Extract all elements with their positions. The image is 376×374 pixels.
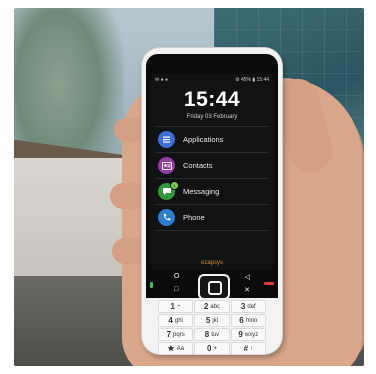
phone: ✉ ● ● ⚙ 45% ▮ 15:44 15:44 Friday 03 Febr… xyxy=(142,48,282,355)
menu-label: Messaging xyxy=(183,187,220,196)
key-letters: wxyz xyxy=(244,331,259,338)
key-letters: def xyxy=(247,303,256,310)
key-letters: + xyxy=(213,345,217,352)
key-number: 4 xyxy=(168,316,173,325)
key-0[interactable]: 0 + xyxy=(194,342,230,355)
key-letters: mno xyxy=(245,317,258,324)
brand-logo: ezapsys xyxy=(200,260,223,266)
key-number: 1 xyxy=(170,302,175,311)
key-letters: ghi xyxy=(174,317,183,324)
menu-label: Applications xyxy=(183,135,224,144)
key-number: ★ xyxy=(167,344,175,353)
key-letters: ⌣ xyxy=(176,303,181,309)
key-number: 9 xyxy=(238,330,243,339)
clock: 15:44 xyxy=(183,88,241,111)
key-number: 2 xyxy=(203,302,209,311)
status-bar: ✉ ● ● ⚙ 45% ▮ 15:44 xyxy=(155,77,269,85)
key-number: 7 xyxy=(166,330,172,339)
key-6[interactable]: 6 mno xyxy=(230,314,266,327)
phone-screen: ✉ ● ● ⚙ 45% ▮ 15:44 15:44 Friday 03 Febr… xyxy=(151,74,273,270)
menu-item-contacts[interactable]: Contacts xyxy=(155,152,269,178)
key-number: 3 xyxy=(240,302,246,311)
phone-icon xyxy=(158,209,175,226)
key-number: 0 xyxy=(207,344,212,353)
key-letters: tuv xyxy=(211,331,220,338)
home-menu: Applications Contacts 1 Messaging Phone xyxy=(155,126,269,231)
key-hash[interactable]: # ↑ xyxy=(230,342,266,355)
status-right: ⚙ 45% ▮ 15:44 xyxy=(235,77,269,83)
key-letters: jkl xyxy=(212,317,219,324)
key-4[interactable]: 4 ghi xyxy=(158,314,194,327)
key-number: 6 xyxy=(239,316,244,325)
keypad: 1 ⌣ 2 abc 3 def 4 ghi 5 jkl 6 mno 7 pqrs 8 tuv 9… xyxy=(158,300,266,355)
menu-label: Phone xyxy=(183,213,205,222)
end-key[interactable]: ✕ xyxy=(244,286,250,294)
applications-icon xyxy=(158,131,175,148)
status-left: ✉ ● ● xyxy=(155,77,169,83)
key-7[interactable]: 7 pqrs xyxy=(158,328,194,341)
menu-key[interactable]: □ xyxy=(174,286,178,293)
key-number: # xyxy=(243,344,249,353)
back-key[interactable]: ◁ xyxy=(245,273,250,281)
contacts-icon xyxy=(158,157,175,174)
key-letters: Aa xyxy=(176,345,184,352)
key-letters: abc xyxy=(210,303,221,310)
key-letters: pqrs xyxy=(173,331,185,338)
photo-background: ✉ ● ● ⚙ 45% ▮ 15:44 15:44 Friday 03 Febr… xyxy=(14,8,364,366)
key-1[interactable]: 1 ⌣ xyxy=(158,300,194,313)
menu-label: Contacts xyxy=(183,161,213,170)
menu-item-phone[interactable]: Phone xyxy=(155,204,269,231)
key-2[interactable]: 2 abc xyxy=(194,300,230,313)
key-9[interactable]: 9 wxyz xyxy=(230,328,266,341)
key-star[interactable]: ★ Aa xyxy=(158,342,194,355)
home-key[interactable]: O xyxy=(174,273,179,280)
unread-badge: 1 xyxy=(170,181,179,190)
menu-item-applications[interactable]: Applications xyxy=(155,126,269,152)
green-indicator xyxy=(150,282,153,288)
date: Friday 03 February xyxy=(186,114,238,120)
key-number: 5 xyxy=(205,316,211,325)
center-ok-key[interactable] xyxy=(198,274,230,300)
menu-item-messaging[interactable]: 1 Messaging xyxy=(155,178,269,204)
key-letters: ↑ xyxy=(250,345,254,352)
phone-bezel: ✉ ● ● ⚙ 45% ▮ 15:44 15:44 Friday 03 Febr… xyxy=(146,54,278,276)
red-indicator xyxy=(264,282,274,285)
key-3[interactable]: 3 def xyxy=(230,300,266,313)
ok-key-icon xyxy=(208,281,222,295)
key-8[interactable]: 8 tuv xyxy=(194,328,230,341)
key-number: 8 xyxy=(204,330,210,339)
navigation-keys: O ◁ □ ✕ xyxy=(146,272,278,300)
key-5[interactable]: 5 jkl xyxy=(194,314,230,327)
